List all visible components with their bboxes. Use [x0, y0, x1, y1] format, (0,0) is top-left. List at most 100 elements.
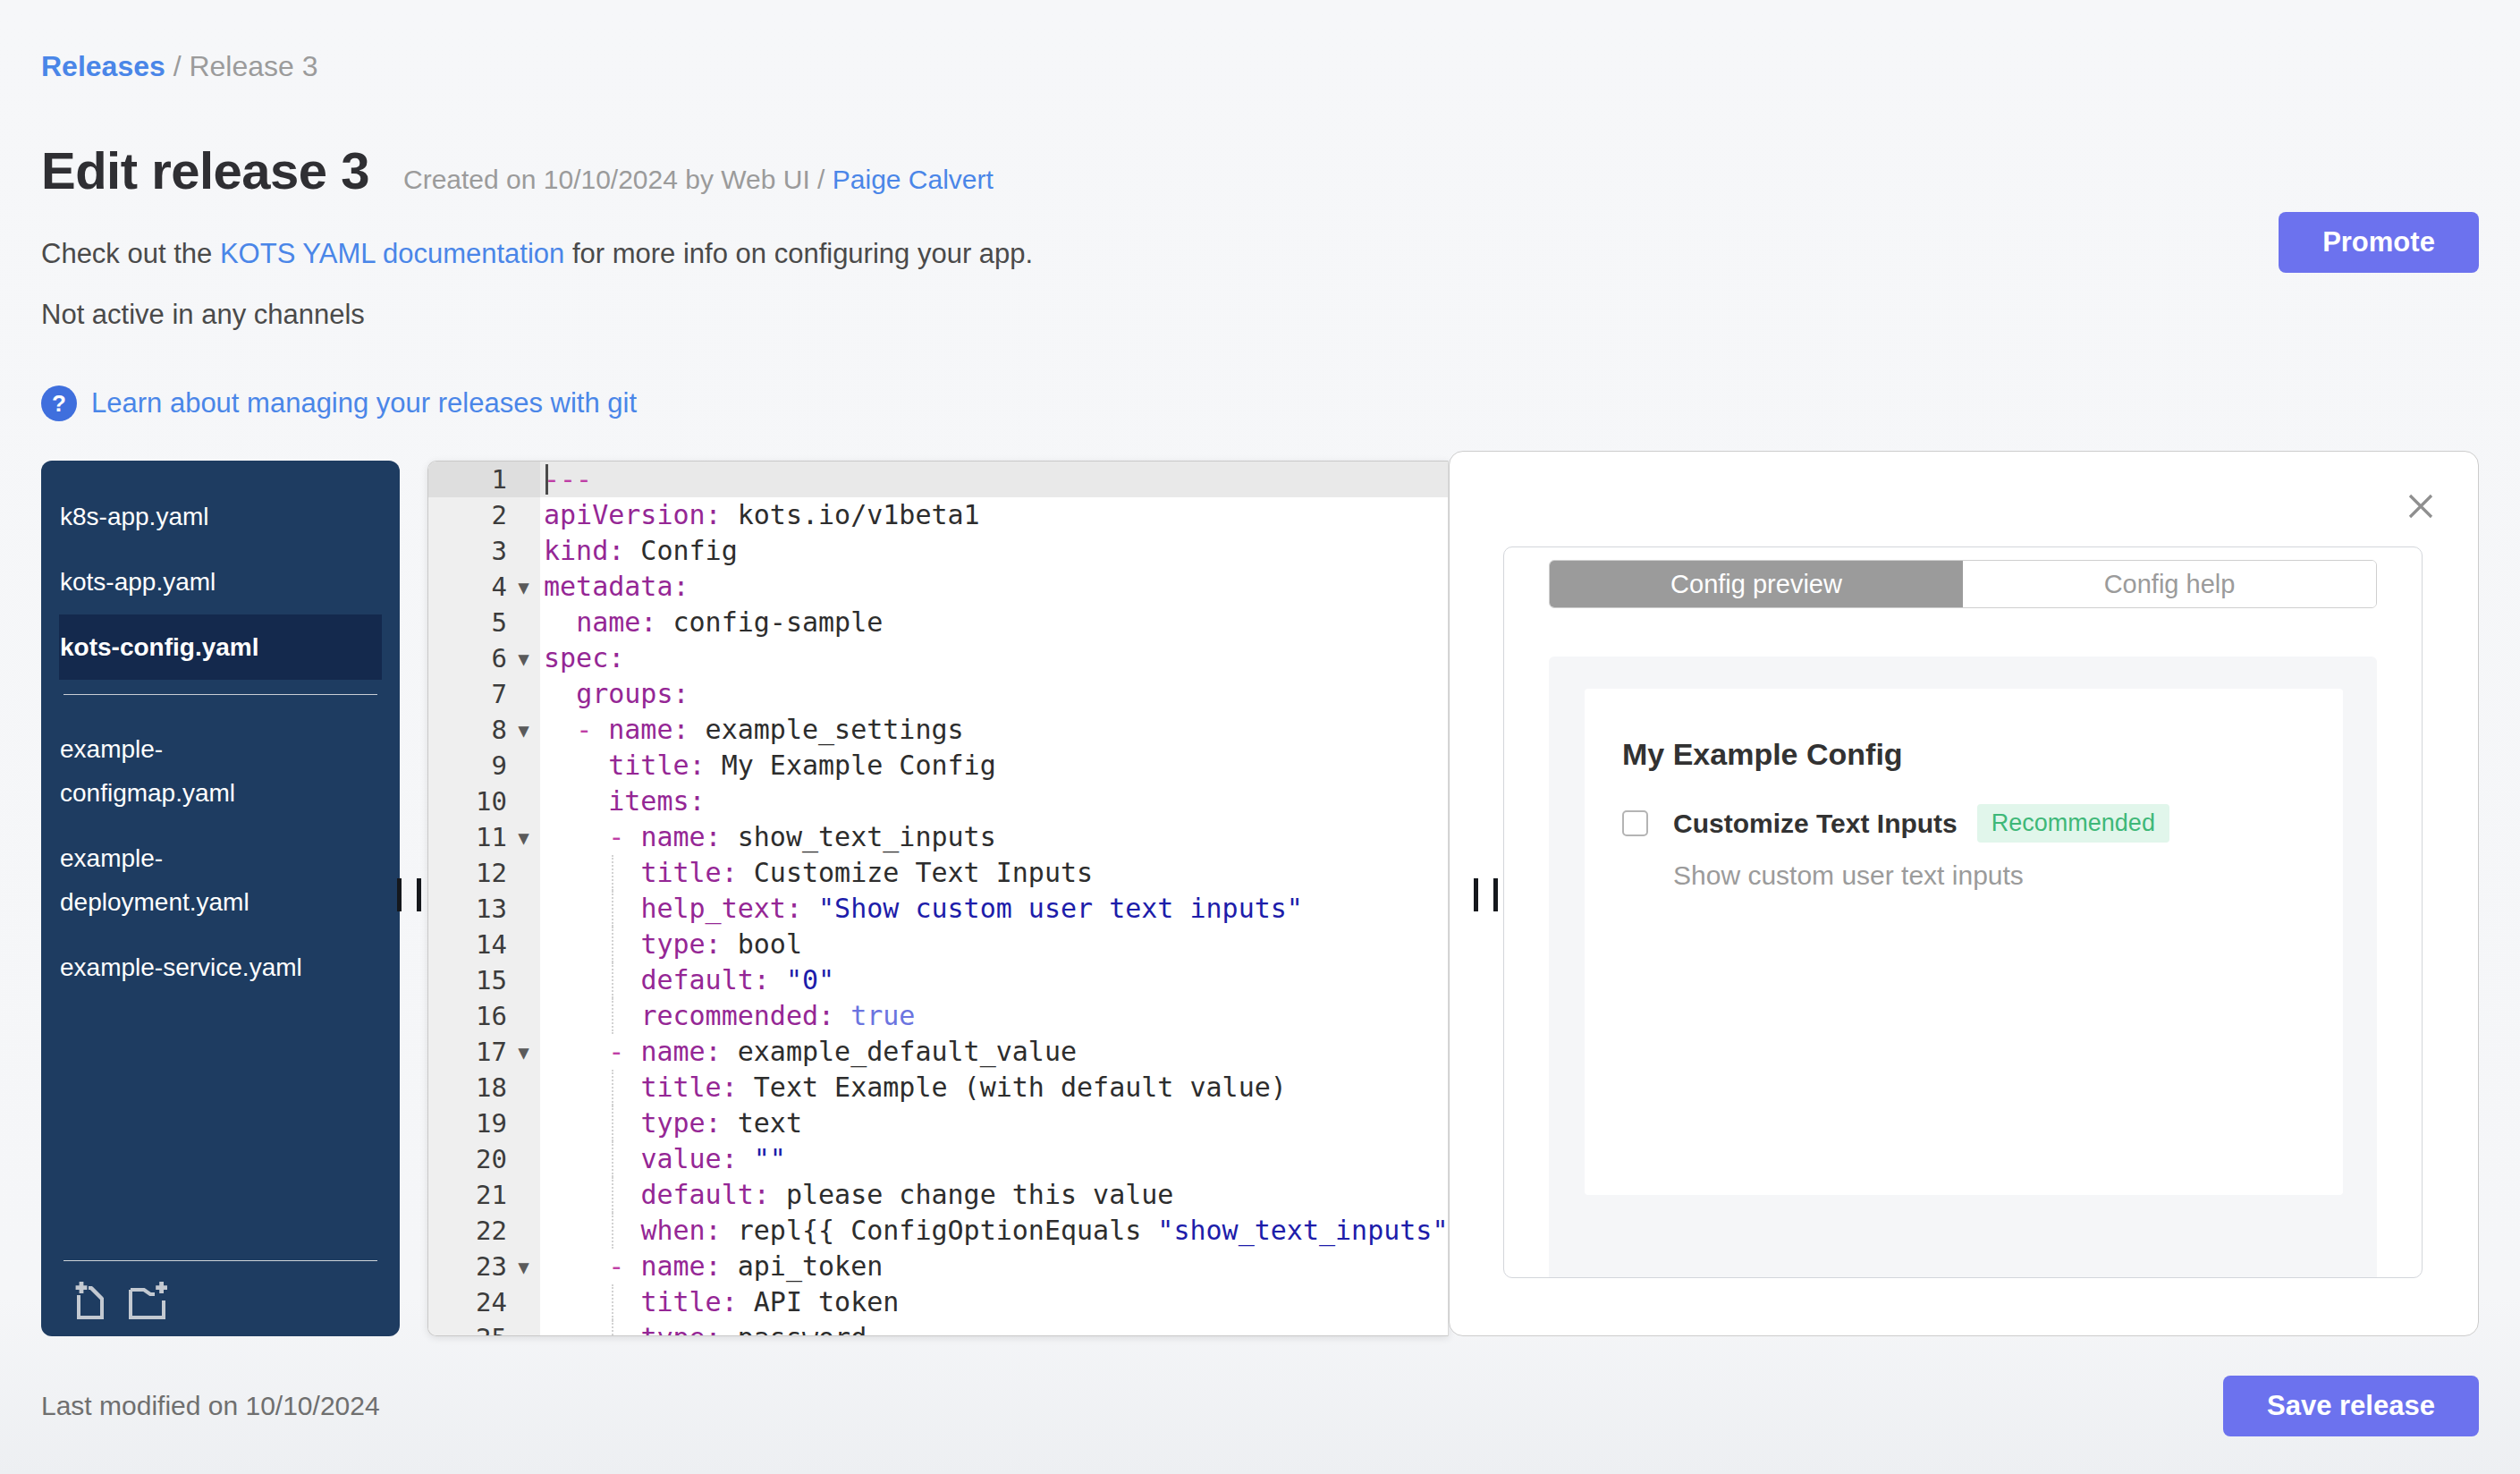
code-line[interactable]: default: please change this value [540, 1177, 1448, 1213]
created-text: Created on 10/10/2024 by Web UI / [403, 165, 833, 194]
git-releases-link[interactable]: Learn about managing your releases with … [91, 387, 637, 419]
config-tabs: Config preview Config help [1549, 560, 2377, 608]
gutter-cell: 9 [428, 748, 540, 784]
gutter-cell: 13 [428, 891, 540, 927]
kots-docs-link[interactable]: KOTS YAML documentation [220, 238, 564, 269]
gutter-cell: 8▾ [428, 712, 540, 748]
new-folder-icon[interactable] [124, 1277, 171, 1322]
help-icon[interactable]: ? [41, 385, 77, 421]
code-line[interactable]: kind: Config [540, 533, 1448, 569]
gutter-cell: 2 [428, 497, 540, 533]
code-line[interactable]: groups: [540, 676, 1448, 712]
release-editor-page: Releases / Release 3 Edit release 3 Crea… [0, 0, 2520, 1436]
code-line[interactable]: help_text: "Show custom user text inputs… [540, 891, 1448, 927]
file-item-example-deployment.yaml[interactable]: example-deployment.yaml [41, 826, 345, 935]
code-line[interactable]: title: Customize Text Inputs [540, 855, 1448, 891]
code-line[interactable]: value: "" [540, 1141, 1448, 1177]
gutter-cell: 16 [428, 998, 540, 1034]
config-item-row: Customize Text Inputs Recommended [1622, 804, 2343, 843]
gutter: 1234▾56▾78▾91011▾121314151617▾1819202122… [428, 462, 540, 1335]
gutter-cell: 17▾ [428, 1034, 540, 1070]
code-line[interactable]: - name: show_text_inputs [540, 819, 1448, 855]
breadcrumb-releases-link[interactable]: Releases [41, 50, 165, 82]
gutter-cell: 7 [428, 676, 540, 712]
code-line[interactable]: title: Text Example (with default value) [540, 1070, 1448, 1106]
close-icon[interactable] [2405, 490, 2437, 522]
code-line[interactable]: title: My Example Config [540, 748, 1448, 784]
resize-handle-right[interactable] [1474, 878, 1498, 911]
yaml-editor[interactable]: 1234▾56▾78▾91011▾121314151617▾1819202122… [427, 461, 1449, 1336]
created-author-link[interactable]: Paige Calvert [833, 165, 994, 194]
gutter-cell: 1 [428, 462, 540, 497]
item-help-text: Show custom user text inputs [1673, 860, 2343, 891]
file-list-divider [63, 694, 377, 695]
code-line[interactable]: type: password [540, 1320, 1448, 1335]
code-line[interactable]: default: "0" [540, 962, 1448, 998]
file-item-kots-config.yaml[interactable]: kots-config.yaml [59, 614, 382, 680]
gutter-cell: 19 [428, 1106, 540, 1141]
config-group-title: My Example Config [1585, 689, 2343, 772]
gutter-cell: 12 [428, 855, 540, 891]
tab-config-help[interactable]: Config help [1963, 561, 2376, 607]
gutter-cell: 18 [428, 1070, 540, 1106]
gutter-cell: 23▾ [428, 1249, 540, 1284]
fold-arrow-icon[interactable]: ▾ [507, 1039, 540, 1065]
gutter-cell: 22 [428, 1213, 540, 1249]
code-line[interactable]: when: repl{{ ConfigOptionEquals "show_te… [540, 1213, 1448, 1249]
gutter-cell: 25 [428, 1320, 540, 1336]
fold-arrow-icon[interactable]: ▾ [507, 646, 540, 672]
code-lines[interactable]: ---apiVersion: kots.io/v1beta1kind: Conf… [540, 462, 1448, 1335]
gutter-cell: 24 [428, 1284, 540, 1320]
gutter-cell: 15 [428, 962, 540, 998]
file-item-example-configmap.yaml[interactable]: example-configmap.yaml [41, 716, 345, 826]
code-line[interactable]: metadata: [540, 569, 1448, 605]
last-modified: Last modified on 10/10/2024 [41, 1391, 380, 1421]
channel-status: Not active in any channels [41, 299, 2479, 331]
code-line[interactable]: - name: api_token [540, 1249, 1448, 1284]
page-footer: Last modified on 10/10/2024 Save release [41, 1376, 2479, 1436]
text-cursor [545, 464, 548, 495]
code-line[interactable]: items: [540, 784, 1448, 819]
breadcrumb-separator: / [165, 50, 190, 82]
customize-checkbox[interactable] [1622, 810, 1648, 836]
gutter-cell: 14 [428, 927, 540, 962]
gutter-cell: 4▾ [428, 569, 540, 605]
code-line[interactable]: name: config-sample [540, 605, 1448, 640]
fold-arrow-icon[interactable]: ▾ [507, 717, 540, 743]
gutter-cell: 5 [428, 605, 540, 640]
gutter-cell: 21 [428, 1177, 540, 1213]
fold-arrow-icon[interactable]: ▾ [507, 825, 540, 851]
breadcrumb-current: Release 3 [189, 50, 317, 82]
code-line[interactable]: type: bool [540, 927, 1448, 962]
code-line[interactable]: title: API token [540, 1284, 1448, 1320]
gutter-cell: 11▾ [428, 819, 540, 855]
code-line[interactable]: --- [540, 462, 1448, 497]
checkbox-label[interactable]: Customize Text Inputs [1673, 809, 1958, 839]
code-line[interactable]: apiVersion: kots.io/v1beta1 [540, 497, 1448, 533]
code-line[interactable]: - name: example_default_value [540, 1034, 1448, 1070]
new-file-icon[interactable] [72, 1277, 108, 1322]
code-line[interactable]: recommended: true [540, 998, 1448, 1034]
config-box: Config preview Config help My Example Co… [1503, 546, 2423, 1278]
file-list-primary: k8s-app.yamlkots-app.yamlkots-config.yam… [41, 484, 400, 680]
code-line[interactable]: spec: [540, 640, 1448, 676]
tab-config-preview[interactable]: Config preview [1550, 561, 1963, 607]
page-title: Edit release 3 [41, 140, 369, 200]
code-line[interactable]: type: text [540, 1106, 1448, 1141]
save-release-button[interactable]: Save release [2223, 1376, 2479, 1436]
gutter-cell: 3 [428, 533, 540, 569]
docs-row: Check out the KOTS YAML documentation fo… [41, 224, 2479, 284]
fold-arrow-icon[interactable]: ▾ [507, 1254, 540, 1280]
fold-arrow-icon[interactable]: ▾ [507, 574, 540, 600]
code-line[interactable]: - name: example_settings [540, 712, 1448, 748]
sidebar-footer-divider [63, 1260, 377, 1261]
file-item-k8s-app.yaml[interactable]: k8s-app.yaml [41, 484, 345, 549]
resize-handle-left[interactable] [397, 878, 421, 911]
gutter-cell: 10 [428, 784, 540, 819]
docs-text: Check out the KOTS YAML documentation fo… [41, 238, 1033, 270]
recommended-badge: Recommended [1977, 804, 2169, 843]
promote-button[interactable]: Promote [2279, 212, 2479, 273]
file-item-example-service.yaml[interactable]: example-service.yaml [41, 935, 345, 1000]
release-editor: k8s-app.yamlkots-app.yamlkots-config.yam… [41, 461, 2479, 1336]
file-item-kots-app.yaml[interactable]: kots-app.yaml [41, 549, 345, 614]
